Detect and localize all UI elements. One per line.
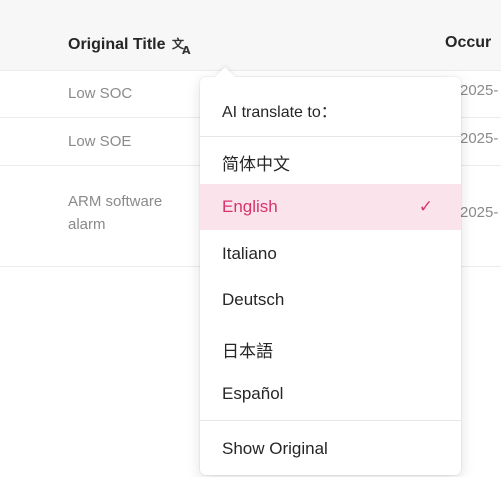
language-label: 简体中文: [222, 155, 290, 174]
language-option-italian[interactable]: Italiano: [200, 231, 461, 277]
cell-occurrence: 2025-: [460, 82, 499, 99]
cell-title-line: alarm: [68, 216, 106, 233]
show-original-button[interactable]: Show Original: [200, 420, 461, 476]
dropdown-header: AI translate to：: [200, 77, 461, 137]
cell-title: Low SOE: [68, 133, 132, 150]
language-option-spanish[interactable]: Español: [200, 371, 461, 417]
language-option-chinese[interactable]: 简体中文: [200, 137, 461, 183]
language-label: Italiano: [222, 244, 277, 263]
language-label: Español: [222, 384, 284, 403]
column-header-occurrence: Occur: [445, 34, 492, 51]
show-original-label: Show Original: [222, 439, 328, 458]
dropdown-header-label: AI translate to：: [222, 104, 337, 121]
table-header: Original Title 文 A Occur: [0, 0, 501, 71]
svg-text:A: A: [182, 44, 191, 56]
language-label: Deutsch: [222, 290, 285, 309]
translate-icon[interactable]: 文 A: [171, 34, 195, 56]
cell-occurrence: 2025-: [460, 204, 499, 221]
translate-dropdown: AI translate to： 简体中文 English ✓ Italiano…: [200, 67, 461, 476]
cell-title: Low SOC: [68, 85, 133, 102]
column-header-original-title: Original Title 文 A: [68, 34, 195, 56]
language-option-japanese[interactable]: 日本語: [200, 324, 461, 370]
language-label: English: [222, 197, 278, 216]
check-icon: ✓: [418, 197, 433, 216]
cell-occurrence: 2025-: [460, 130, 499, 147]
cell-title-line: ARM software: [68, 193, 163, 210]
language-option-english[interactable]: English ✓: [200, 184, 461, 230]
column-header-label: Original Title: [68, 36, 166, 53]
language-option-german[interactable]: Deutsch: [200, 277, 461, 323]
language-label: 日本語: [222, 342, 273, 361]
cell-title: ARM software alarm: [68, 190, 162, 236]
